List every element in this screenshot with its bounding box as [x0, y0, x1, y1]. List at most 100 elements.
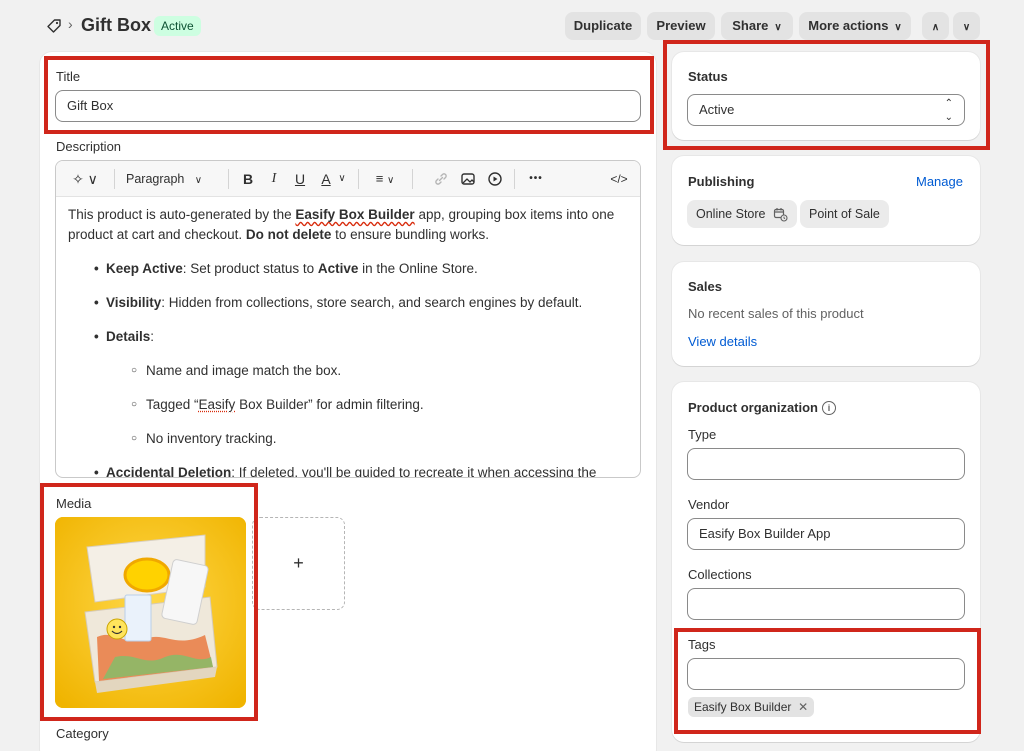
more-options-icon[interactable]: ••• [526, 169, 546, 189]
toolbar-divider [514, 169, 515, 189]
tags-label: Tags [688, 637, 715, 652]
list-item-text: : If deleted, you'll be guided to recrea… [231, 465, 596, 478]
share-button-label: Share [732, 18, 768, 33]
image-icon[interactable] [460, 171, 476, 187]
magic-sparkle-icon[interactable]: ✧ ∨ [68, 169, 102, 189]
category-label: Category [56, 726, 109, 741]
app-name: Easify Box Builder [295, 207, 414, 222]
select-arrows-icon: ⌃ ⌄ [945, 95, 953, 125]
list-item: Keep Active: Set product status to Activ… [68, 259, 630, 279]
tag-chip: Easify Box Builder ✕ [688, 697, 814, 717]
list-item-label: Visibility [106, 295, 161, 310]
align-left-icon[interactable]: ≡ ∨ [370, 169, 400, 189]
bold-button[interactable]: B [240, 169, 256, 189]
tag-icon[interactable] [46, 18, 62, 34]
intro-paragraph: This product is auto-generated by the Ea… [68, 205, 630, 245]
code-view-icon[interactable]: </> [608, 169, 630, 189]
plus-icon: + [293, 553, 304, 573]
product-organization-label: Product organization [688, 400, 818, 415]
italic-button[interactable]: I [266, 169, 282, 189]
list-item-bold: Active [318, 261, 359, 276]
text-color-button[interactable]: A [318, 169, 334, 189]
chevron-down-icon: ∨ [963, 22, 970, 33]
chevron-down-icon: ∨ [894, 14, 901, 42]
collections-input[interactable] [687, 588, 965, 620]
duplicate-button-label: Duplicate [574, 18, 633, 33]
gift-box-photo [55, 517, 246, 708]
status-badge: Active [154, 16, 201, 36]
toolbar-divider [412, 169, 413, 189]
sub-list-item: Tagged “Easify Box Builder” for admin fi… [68, 395, 630, 415]
sub-list-item: No inventory tracking. [68, 429, 630, 449]
toolbar-divider [358, 169, 359, 189]
preview-button[interactable]: Preview [647, 12, 715, 40]
chevron-down-icon: ∨ [195, 175, 202, 186]
paragraph-format-dropdown[interactable]: Paragraph ∨ [126, 169, 216, 189]
chevron-up-icon: ∧ [932, 22, 939, 33]
sales-note: No recent sales of this product [688, 306, 864, 321]
list-item-label: Details [106, 329, 150, 344]
description-label: Description [56, 139, 121, 154]
sales-label: Sales [688, 279, 722, 294]
do-not-delete-text: Do not delete [246, 227, 332, 242]
chevron-down-icon[interactable]: ∨ [336, 169, 348, 189]
media-label: Media [56, 496, 91, 511]
publishing-label: Publishing [688, 174, 754, 189]
page-title: Gift Box [81, 15, 151, 36]
view-details-link[interactable]: View details [688, 334, 757, 349]
editor-toolbar: ✧ ∨ Paragraph ∨ B I U A ∨ ≡ ∨ ••• </> [56, 161, 640, 197]
chevron-right-icon: › [68, 16, 73, 32]
list-item-text: : Hidden from collections, store search,… [161, 295, 582, 310]
description-editor[interactable]: ✧ ∨ Paragraph ∨ B I U A ∨ ≡ ∨ ••• </> Th… [55, 160, 641, 478]
sub-list-text: Easify [199, 397, 236, 412]
close-icon[interactable]: ✕ [798, 700, 808, 714]
product-image[interactable] [55, 517, 246, 708]
title-input[interactable]: Gift Box [55, 90, 641, 122]
sub-list-item: Name and image match the box. [68, 361, 630, 381]
info-icon[interactable]: i [822, 401, 836, 415]
toolbar-divider [114, 169, 115, 189]
type-input[interactable] [687, 448, 965, 480]
share-button[interactable]: Share ∨ [721, 12, 793, 40]
list-item-text: : [150, 329, 154, 344]
underline-button[interactable]: U [292, 169, 308, 189]
chevron-down-icon: ∨ [774, 14, 781, 42]
video-play-icon[interactable] [487, 171, 503, 187]
channel-chip-label: Online Store [696, 207, 765, 221]
duplicate-button[interactable]: Duplicate [565, 12, 641, 40]
more-actions-button-label: More actions [808, 18, 888, 33]
sub-list-text: Name and image match the box. [146, 363, 341, 378]
paragraph-label: Paragraph [126, 172, 184, 186]
list-item: Details: [68, 327, 630, 347]
list-item: Accidental Deletion: If deleted, you'll … [68, 463, 630, 478]
vendor-input[interactable]: Easify Box Builder App [687, 518, 965, 550]
link-icon[interactable] [433, 171, 449, 187]
add-media-button[interactable]: + [252, 517, 345, 610]
sub-list-text: Box Builder” for admin filtering. [235, 397, 423, 412]
list-item-label: Keep Active [106, 261, 183, 276]
list-item-label: Accidental Deletion [106, 465, 231, 478]
list-item-text: : Set product status to [183, 261, 318, 276]
page-header: › Gift Box Active Duplicate Preview Shar… [0, 0, 1024, 52]
type-label: Type [688, 427, 716, 442]
title-label: Title [56, 69, 80, 84]
tags-input[interactable] [687, 658, 965, 690]
more-actions-button[interactable]: More actions ∨ [799, 12, 911, 40]
manage-link[interactable]: Manage [916, 174, 963, 189]
toolbar-divider [228, 169, 229, 189]
previous-product-button[interactable]: ∧ [922, 12, 949, 40]
collections-label: Collections [688, 567, 752, 582]
intro-text: This product is auto-generated by the [68, 207, 295, 222]
calendar-clock-icon [773, 207, 788, 222]
vendor-label: Vendor [688, 497, 729, 512]
channel-chip-point-of-sale: Point of Sale [800, 200, 889, 228]
tag-chip-label: Easify Box Builder [694, 700, 791, 714]
status-label: Status [688, 69, 728, 84]
status-select-value: Active [699, 102, 734, 117]
editor-content[interactable]: This product is auto-generated by the Ea… [68, 205, 630, 478]
next-product-button[interactable]: ∨ [953, 12, 980, 40]
intro-text: to ensure bundling works. [331, 227, 489, 242]
list-item: Visibility: Hidden from collections, sto… [68, 293, 630, 313]
status-select[interactable]: Active ⌃ ⌄ [687, 94, 965, 126]
channel-chip-online-store: Online Store [687, 200, 797, 228]
